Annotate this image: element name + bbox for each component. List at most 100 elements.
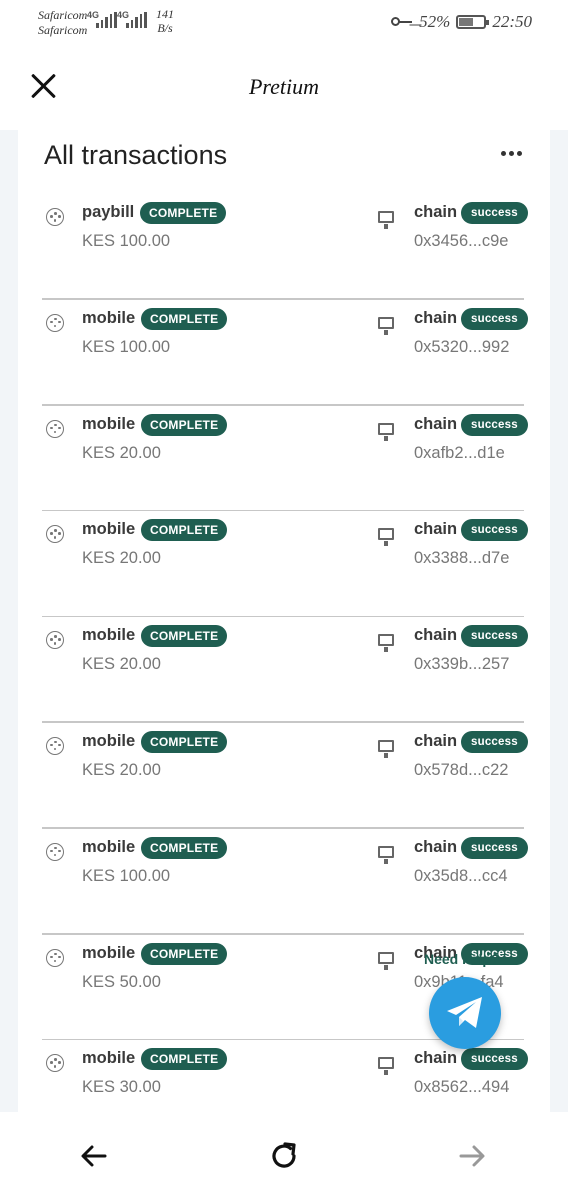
battery-percent: 52% — [419, 12, 451, 31]
transaction-type: paybill — [82, 203, 135, 221]
chain-status-badge: success — [461, 836, 528, 859]
payment-type-icon — [46, 948, 64, 967]
transaction-amount: KES 20.00 — [82, 760, 161, 779]
payment-type-icon — [46, 631, 64, 650]
payment-type-icon — [46, 736, 64, 755]
status-right: 52% 22:50 — [391, 12, 532, 32]
app-header: Pretium — [0, 46, 568, 130]
chain-status-badge: success — [461, 519, 528, 542]
speed-unit: B/s — [157, 21, 173, 35]
monitor-icon — [378, 1057, 394, 1074]
network-speed: 141 B/s — [156, 7, 174, 35]
transaction-hash[interactable]: 0x35d8...cc4 — [414, 867, 508, 886]
list-item[interactable]: paybill COMPLETE KES 100.00 chain success 0x3… — [18, 194, 550, 300]
status-badge: COMPLETE — [141, 413, 228, 436]
chain-label: chain — [414, 414, 458, 433]
transaction-amount: KES 20.00 — [82, 443, 161, 462]
chain-label: chain — [414, 837, 458, 856]
list-item[interactable]: mobile COMPLETE KES 100.00 chain success 0x35… — [18, 829, 550, 935]
clock: 22:50 — [492, 12, 532, 31]
bottom-navigation — [0, 1112, 568, 1200]
status-badge: COMPLETE — [141, 307, 228, 330]
battery-icon — [456, 15, 490, 29]
transaction-hash[interactable]: 0x339b...257 — [414, 655, 509, 674]
monitor-icon — [378, 634, 394, 651]
transaction-hash[interactable]: 0x3456...c9e — [414, 232, 509, 251]
app-title: Pretium — [248, 74, 320, 99]
chain-label: chain — [414, 203, 458, 221]
list-item[interactable]: mobile COMPLETE KES 20.00 chain success 0x578… — [18, 723, 550, 829]
key-icon — [391, 16, 413, 28]
telegram-button[interactable] — [429, 977, 501, 1049]
page-title: All transactions — [44, 140, 228, 170]
payment-type-icon — [46, 313, 64, 332]
list-item[interactable]: mobile COMPLETE KES 100.00 chain success 0x53… — [18, 300, 550, 406]
arrow-right-icon[interactable] — [456, 1140, 488, 1172]
status-badge: COMPLETE — [141, 836, 228, 859]
chain-label: chain — [414, 626, 458, 645]
transaction-amount: KES 50.00 — [82, 972, 161, 991]
status-badge: COMPLETE — [141, 625, 228, 648]
telegram-icon — [447, 997, 482, 1028]
help-label[interactable]: Need help? — [424, 951, 499, 967]
chain-status-badge: success — [461, 625, 528, 648]
monitor-icon — [378, 316, 394, 333]
status-badge: COMPLETE — [141, 519, 228, 542]
chain-status-badge: success — [461, 413, 528, 436]
arrow-left-icon[interactable] — [78, 1140, 110, 1172]
transaction-type: mobile — [82, 626, 136, 645]
transaction-type: mobile — [82, 414, 136, 433]
chain-label: chain — [414, 731, 458, 750]
carrier-2: Safaricom — [38, 23, 88, 37]
reload-icon[interactable] — [268, 1140, 300, 1172]
transaction-hash[interactable]: 0xafb2...d1e — [414, 444, 505, 463]
transaction-type: mobile — [82, 731, 136, 750]
transaction-amount: KES 20.00 — [82, 549, 161, 568]
status-bar: Safaricom Safaricom 4G 4G 141 B/s 52% 22… — [0, 0, 568, 46]
payment-type-icon — [46, 419, 64, 438]
signal-icon — [96, 12, 117, 28]
transaction-hash[interactable]: 0x5320...992 — [414, 338, 509, 357]
monitor-icon — [378, 951, 394, 968]
transaction-hash[interactable]: 0x578d...c22 — [414, 761, 509, 780]
transaction-type: mobile — [82, 308, 136, 327]
carrier-names: Safaricom Safaricom — [38, 8, 87, 38]
monitor-icon — [378, 422, 394, 439]
transaction-list[interactable]: paybill COMPLETE KES 100.00 chain success 0x3… — [18, 194, 550, 1112]
payment-type-icon — [46, 525, 64, 544]
chain-label: chain — [414, 1049, 458, 1068]
monitor-icon — [378, 211, 394, 227]
transaction-type: mobile — [82, 943, 136, 962]
status-badge: COMPLETE — [141, 1048, 228, 1071]
transaction-amount: KES 100.00 — [82, 866, 171, 885]
carrier-1: Safaricom — [38, 8, 88, 22]
chain-status-badge: success — [461, 730, 528, 753]
transaction-hash[interactable]: 0x3388...d7e — [414, 549, 509, 568]
list-item[interactable]: mobile COMPLETE KES 20.00 chain success 0x339… — [18, 617, 550, 723]
list-item[interactable]: mobile COMPLETE KES 30.00 chain success 0x856… — [18, 1040, 550, 1112]
payment-type-icon — [46, 842, 64, 861]
list-item[interactable]: mobile COMPLETE KES 20.00 chain success 0xafb… — [18, 406, 550, 512]
payment-type-icon — [46, 208, 64, 226]
chain-status-badge: success — [461, 1048, 528, 1071]
status-badge: COMPLETE — [141, 942, 228, 965]
transaction-type: mobile — [82, 837, 136, 856]
transaction-hash[interactable]: 0x8562...494 — [414, 1078, 509, 1097]
payment-type-icon — [46, 1054, 64, 1073]
transaction-amount: KES 100.00 — [82, 232, 171, 250]
speed-value: 141 — [156, 7, 174, 21]
transaction-type: mobile — [82, 1049, 136, 1068]
transaction-amount: KES 30.00 — [82, 1078, 161, 1097]
chain-status-badge: success — [461, 202, 528, 224]
signal-icon — [126, 12, 147, 28]
status-badge: COMPLETE — [140, 202, 227, 224]
chain-status-badge: success — [461, 307, 528, 330]
list-item[interactable]: mobile COMPLETE KES 20.00 chain success 0x338… — [18, 511, 550, 618]
transaction-type: mobile — [82, 520, 136, 539]
status-badge: COMPLETE — [141, 730, 228, 753]
chain-label: chain — [414, 520, 458, 539]
monitor-icon — [378, 528, 394, 545]
more-icon[interactable] — [498, 148, 524, 158]
chain-label: chain — [414, 308, 458, 327]
transaction-amount: KES 100.00 — [82, 337, 171, 356]
